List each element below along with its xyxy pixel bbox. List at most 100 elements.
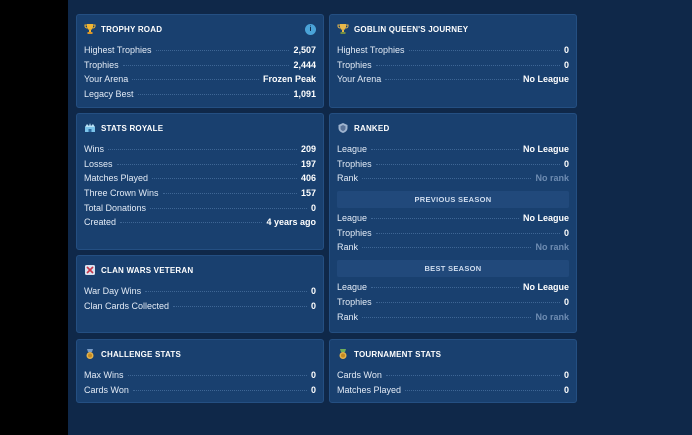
card-header: CHALLENGE STATS [84,347,316,361]
stat-row: Trophies 0 [337,228,569,243]
stat-value: 4 years ago [266,217,316,228]
stat-value: 0 [563,384,569,395]
stat-value: No League [522,213,569,224]
stat-label: Clan Cards Collected [84,300,170,311]
crown-arena-icon [84,122,96,134]
stat-value: 0 [310,286,316,296]
card-title: RANKED [354,123,390,133]
stat-label: League [337,213,368,224]
stat-value: 0 [563,158,569,169]
stat-row: Highest Trophies 2,507 [84,45,316,60]
card-header: CLAN WARS VETERAN [84,263,316,277]
stat-value: 2,507 [293,45,316,55]
ranked-card: RANKED League No League Trophies 0 Rank No … [329,113,577,333]
stat-row: Legacy Best 1,091 [84,89,316,104]
stat-label: Rank [337,242,359,253]
left-black-strip [0,0,68,435]
challenge-rows: Max Wins 0 Cards Won 0 [84,370,316,399]
stat-label: Your Arena [337,74,382,85]
stat-label: Three Crown Wins [84,188,159,199]
profile-stats-page: TROPHY ROAD i Highest Trophies 2,507 Trop… [68,0,692,435]
stat-row: Trophies 2,444 [84,60,316,75]
stat-label: Highest Trophies [337,45,405,55]
stat-row: Rank No rank [337,312,569,327]
stat-value: No rank [535,311,569,322]
trophy-icon [84,23,96,35]
stat-row: Clan Cards Collected 0 [84,301,316,316]
card-title: TOURNAMENT STATS [354,349,442,359]
stat-label: Max Wins [84,370,124,380]
stat-value: 0 [310,202,316,213]
challenge-stats-card: CHALLENGE STATS Max Wins 0 Cards Won 0 [76,339,324,403]
stat-row: Rank No rank [337,242,569,257]
tournament-medal-icon [337,348,349,360]
dotted-leader [122,64,290,66]
dotted-leader [371,218,519,220]
stat-label: Wins [84,144,104,154]
stat-row: Your Arena No League [337,74,569,89]
stat-label: Trophies [337,158,372,169]
stat-value: No rank [535,173,569,184]
stat-row: Three Crown Wins 157 [84,188,316,203]
stat-value: 2,444 [293,59,316,70]
stat-row: Matches Played 0 [337,385,569,400]
dotted-leader [362,247,532,249]
dotted-leader [405,389,560,391]
stat-value: Frozen Peak [262,74,316,85]
crossed-swords-icon [84,264,96,276]
stat-value: No League [522,282,569,293]
stat-row: Trophies 0 [337,297,569,312]
stat-label: Rank [337,173,359,184]
dotted-leader [408,50,560,51]
stat-label: League [337,282,368,293]
stat-row: Created 4 years ago [84,217,316,232]
trophy-road-card: TROPHY ROAD i Highest Trophies 2,507 Trop… [76,14,324,108]
dotted-leader [362,178,532,180]
stat-value: 0 [563,370,569,380]
stats-royale-card: STATS ROYALE Wins 209 Losses 197 Matches P… [76,113,324,250]
stat-label: Cards Won [84,384,129,395]
info-icon[interactable]: i [305,23,316,35]
stat-value: No rank [535,242,569,253]
stat-row: Highest Trophies 0 [337,45,569,60]
stat-label: Created [84,217,117,228]
stat-label: Rank [337,311,359,322]
clan-wars-veteran-card: CLAN WARS VETERAN War Day Wins 0 Clan Car… [76,255,324,333]
stat-value: 0 [563,296,569,307]
stat-row: War Day Wins 0 [84,286,316,301]
card-title: TROPHY ROAD [101,24,163,34]
dotted-leader [137,94,290,96]
dotted-leader [132,389,307,391]
card-header: GOBLIN QUEEN'S JOURNEY [337,22,569,36]
stat-label: Legacy Best [84,89,134,100]
stat-label: Highest Trophies [84,45,152,55]
dotted-leader [375,163,560,165]
dotted-leader [132,79,259,81]
stat-value: 0 [563,45,569,55]
dotted-leader [375,232,560,234]
stat-label: Trophies [84,59,119,70]
dotted-leader [120,222,263,224]
stat-value: 0 [563,59,569,70]
stat-value: No League [522,144,569,154]
stat-label: Losses [84,158,113,169]
stat-row: Losses 197 [84,159,316,174]
stat-value: 0 [310,300,316,311]
stat-value: 0 [563,227,569,238]
goblin-queens-journey-card: GOBLIN QUEEN'S JOURNEY Highest Trophies 0… [329,14,577,108]
trophy-icon [337,23,349,35]
stat-row: Your Arena Frozen Peak [84,74,316,89]
stat-value: 0 [310,370,316,380]
card-header: TROPHY ROAD i [84,22,316,36]
dotted-leader [108,149,297,150]
dotted-leader [150,207,307,209]
dotted-leader [145,291,307,292]
dotted-leader [375,64,560,66]
dotted-leader [152,178,297,180]
card-title: CHALLENGE STATS [101,349,182,359]
dotted-leader [375,301,560,303]
stat-row: League No League [337,144,569,159]
challenge-medal-icon [84,348,96,360]
stat-row: Max Wins 0 [84,370,316,385]
dotted-leader [162,193,297,195]
